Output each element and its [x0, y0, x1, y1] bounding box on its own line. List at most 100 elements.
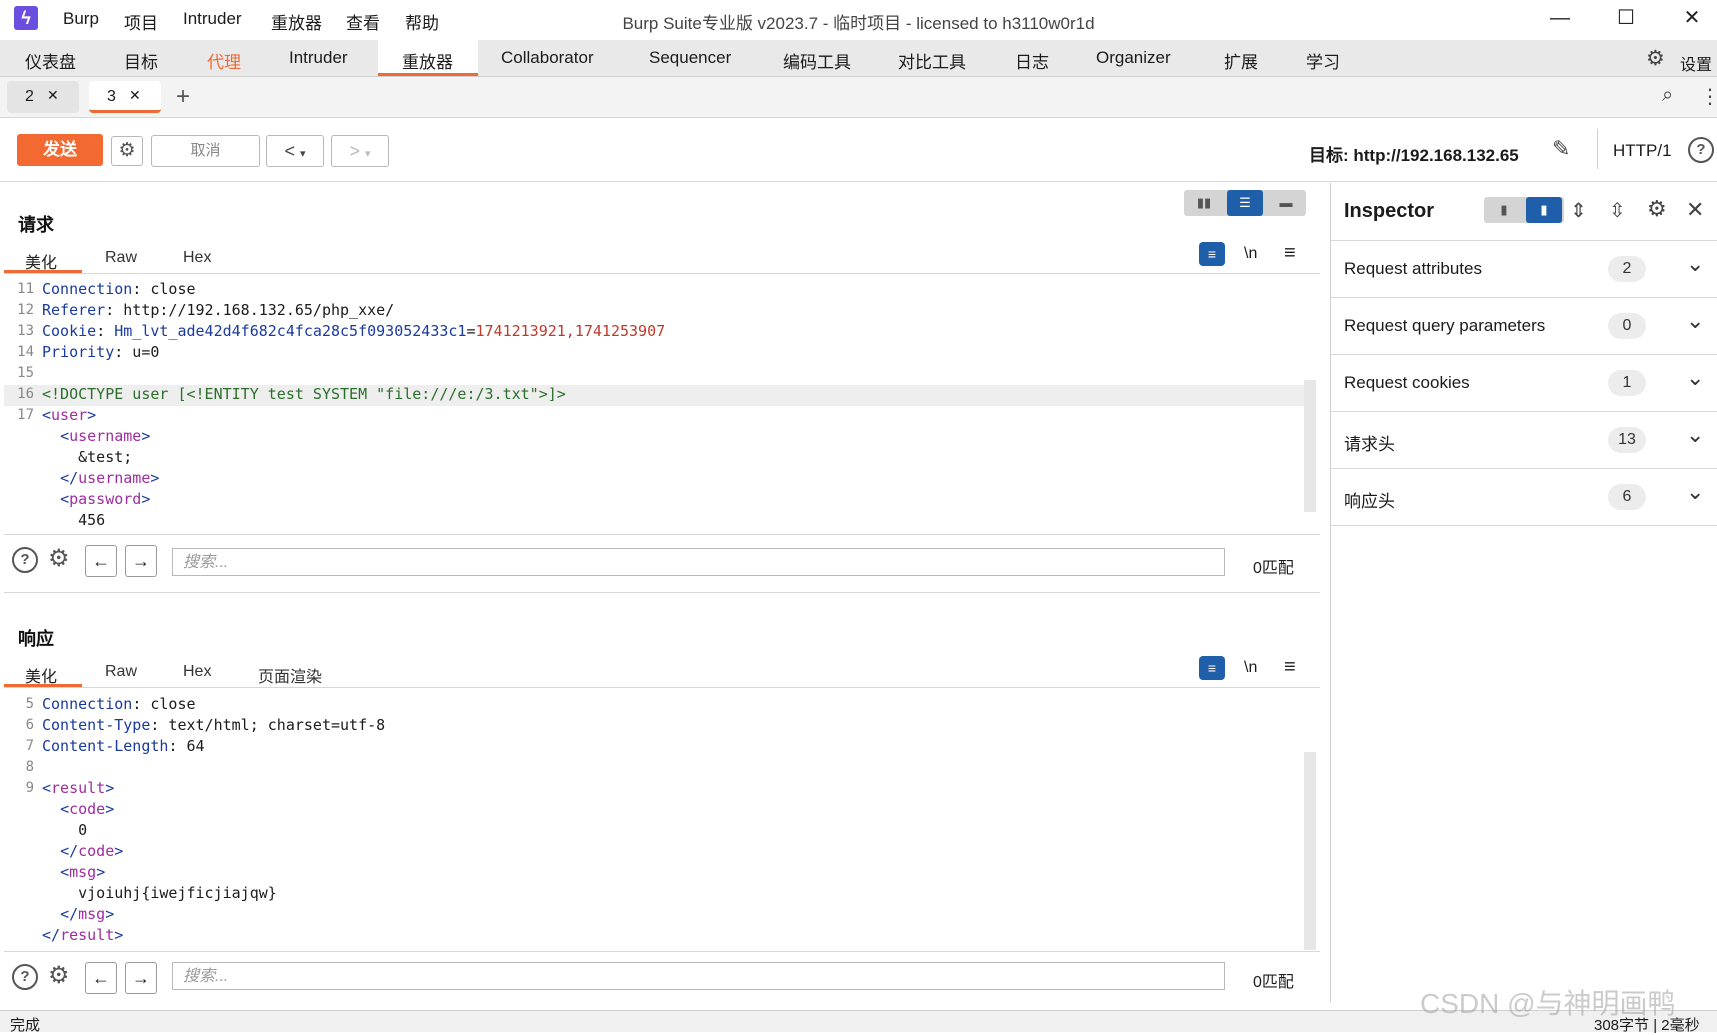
settings-label[interactable]: 设置 [1680, 51, 1712, 75]
cookie-name: Hm_lvt_ade42d4f682c4fca28c5f093052433c1 [114, 322, 467, 340]
tab-logger[interactable]: 日志 [1015, 48, 1049, 73]
header-colon: : [96, 322, 106, 340]
line-text: </username> [42, 468, 159, 489]
tab-repeater[interactable]: 重放器 [402, 48, 453, 73]
add-tab-icon[interactable]: + [176, 83, 190, 111]
request-search-input[interactable]: 搜索... [172, 548, 1225, 576]
tab-extensions[interactable]: 扩展 [1224, 48, 1258, 73]
menu-burp[interactable]: Burp [63, 9, 99, 29]
inspector-section[interactable]: 请求头 13 ⌄ [1331, 412, 1717, 469]
back-history-button[interactable]: < ▾ [266, 135, 324, 167]
newline-toggle-icon[interactable]: \n [1244, 659, 1257, 677]
menu-icon[interactable]: ≡ [1284, 242, 1296, 265]
close-icon[interactable]: ✕ [47, 87, 59, 104]
more-options-icon[interactable]: ⋮ [1700, 84, 1717, 109]
tab-organizer[interactable]: Organizer [1096, 48, 1171, 68]
chevron-down-icon[interactable]: ⌄ [1686, 365, 1704, 391]
header-value: u=0 [123, 343, 160, 361]
previous-match-arrow-icon[interactable]: ← [85, 545, 117, 577]
tab-comparer[interactable]: 对比工具 [898, 48, 966, 73]
bracket: < [42, 406, 52, 424]
close-icon[interactable]: ✕ [1686, 197, 1704, 223]
line-text: Connection: close [42, 279, 196, 300]
menu-view[interactable]: 查看 [346, 9, 380, 34]
code-line: 0 [4, 820, 1304, 841]
http-version-toggle[interactable]: HTTP/1 [1613, 141, 1672, 161]
gear-icon[interactable]: ⚙ [1646, 46, 1665, 71]
menu-repeater[interactable]: 重放器 [271, 9, 322, 34]
xml-tag: msg [78, 905, 106, 923]
xml-tag: result [60, 926, 115, 944]
inspector-section[interactable]: Request cookies 1 ⌄ [1331, 355, 1717, 412]
request-tab-hex[interactable]: Hex [183, 249, 211, 267]
repeater-tab-3[interactable]: 3 ✕ [89, 81, 161, 113]
request-tab-raw[interactable]: Raw [105, 249, 137, 267]
tab-proxy[interactable]: 代理 [207, 48, 241, 73]
tab-learn[interactable]: 学习 [1306, 48, 1340, 73]
header-colon: : [105, 301, 115, 319]
tab-intruder[interactable]: Intruder [289, 48, 348, 68]
edit-target-pencil-icon[interactable]: ✎ [1552, 136, 1570, 162]
collapse-all-icon[interactable]: ⇳ [1609, 198, 1626, 223]
inspector-collapse-icon[interactable]: ▮ [1486, 197, 1522, 223]
response-search-input[interactable]: 搜索... [172, 962, 1225, 990]
next-match-arrow-icon[interactable]: → [125, 962, 157, 994]
send-button[interactable]: 发送 [17, 134, 103, 166]
menu-icon[interactable]: ≡ [1284, 656, 1296, 679]
bracket: > [105, 800, 115, 818]
newline-toggle-icon[interactable]: \n [1244, 245, 1257, 263]
response-scrollbar[interactable] [1304, 752, 1316, 950]
menu-intruder[interactable]: Intruder [183, 9, 242, 29]
close-icon[interactable]: ✕ [129, 87, 141, 104]
response-tab-raw[interactable]: Raw [105, 663, 137, 681]
response-tab-hex[interactable]: Hex [183, 663, 211, 681]
tab-dashboard[interactable]: 仪表盘 [25, 48, 76, 73]
cancel-button[interactable]: 取消 [151, 135, 260, 167]
chevron-down-icon[interactable]: ⌄ [1686, 479, 1704, 505]
search-icon[interactable]: ⌕ [1662, 84, 1673, 107]
forward-history-button[interactable]: > ▾ [331, 135, 389, 167]
request-scrollbar[interactable] [1304, 380, 1316, 512]
line-number: 12 [17, 302, 34, 318]
chevron-down-icon[interactable]: ⌄ [1686, 251, 1704, 277]
gear-icon[interactable]: ⚙ [48, 961, 70, 990]
close-window-button[interactable]: ✕ [1670, 2, 1714, 34]
help-icon[interactable]: ? [12, 964, 38, 990]
inspector-section[interactable]: Request attributes 2 ⌄ [1331, 241, 1717, 298]
code-line: <code> [4, 799, 1304, 820]
next-match-arrow-icon[interactable]: → [125, 545, 157, 577]
tab-target[interactable]: 目标 [124, 48, 158, 73]
layout-top-bottom-icon[interactable]: ☰ [1227, 190, 1263, 216]
minimize-button[interactable]: — [1538, 2, 1582, 34]
inspector-section[interactable]: Request query parameters 0 ⌄ [1331, 298, 1717, 355]
chevron-down-icon[interactable]: ⌄ [1686, 422, 1704, 448]
inspector-expand-icon[interactable]: ▮ [1526, 197, 1562, 223]
header-value: close [141, 280, 196, 298]
layout-side-by-side-icon[interactable]: ▮▮ [1186, 190, 1222, 216]
tab-decoder[interactable]: 编码工具 [783, 48, 851, 73]
main-tab-bar [0, 40, 1717, 77]
chevron-down-icon[interactable]: ⌄ [1686, 308, 1704, 334]
maximize-button[interactable]: ☐ [1604, 2, 1648, 34]
bracket: > [87, 406, 97, 424]
menu-help[interactable]: 帮助 [405, 9, 439, 34]
gear-icon[interactable]: ⚙ [48, 544, 70, 573]
settings-gear-icon[interactable]: ⚙ [111, 136, 143, 166]
tab-sequencer[interactable]: Sequencer [649, 48, 731, 68]
request-editor[interactable]: 11 Connection: close 12 Referer: http://192… [4, 278, 1304, 530]
inspector-gear-icon[interactable]: ⚙ [1647, 196, 1667, 222]
menu-project[interactable]: 项目 [124, 9, 158, 34]
help-icon[interactable]: ? [1688, 137, 1714, 163]
response-tab-render[interactable]: 页面渲染 [258, 663, 322, 687]
inspector-section[interactable]: 响应头 6 ⌄ [1331, 469, 1717, 526]
layout-tabs-icon[interactable]: ▬ [1268, 190, 1304, 216]
word-wrap-icon[interactable]: ≡ [1199, 656, 1225, 680]
response-editor[interactable]: 5 Connection: close 6 Content-Type: text/ht… [4, 694, 1304, 950]
repeater-tab-2[interactable]: 2 ✕ [7, 81, 79, 113]
help-icon[interactable]: ? [12, 547, 38, 573]
expand-all-icon[interactable]: ⇕ [1570, 198, 1587, 223]
word-wrap-icon[interactable]: ≡ [1199, 242, 1225, 266]
tab-collaborator[interactable]: Collaborator [501, 48, 594, 68]
previous-match-arrow-icon[interactable]: ← [85, 962, 117, 994]
